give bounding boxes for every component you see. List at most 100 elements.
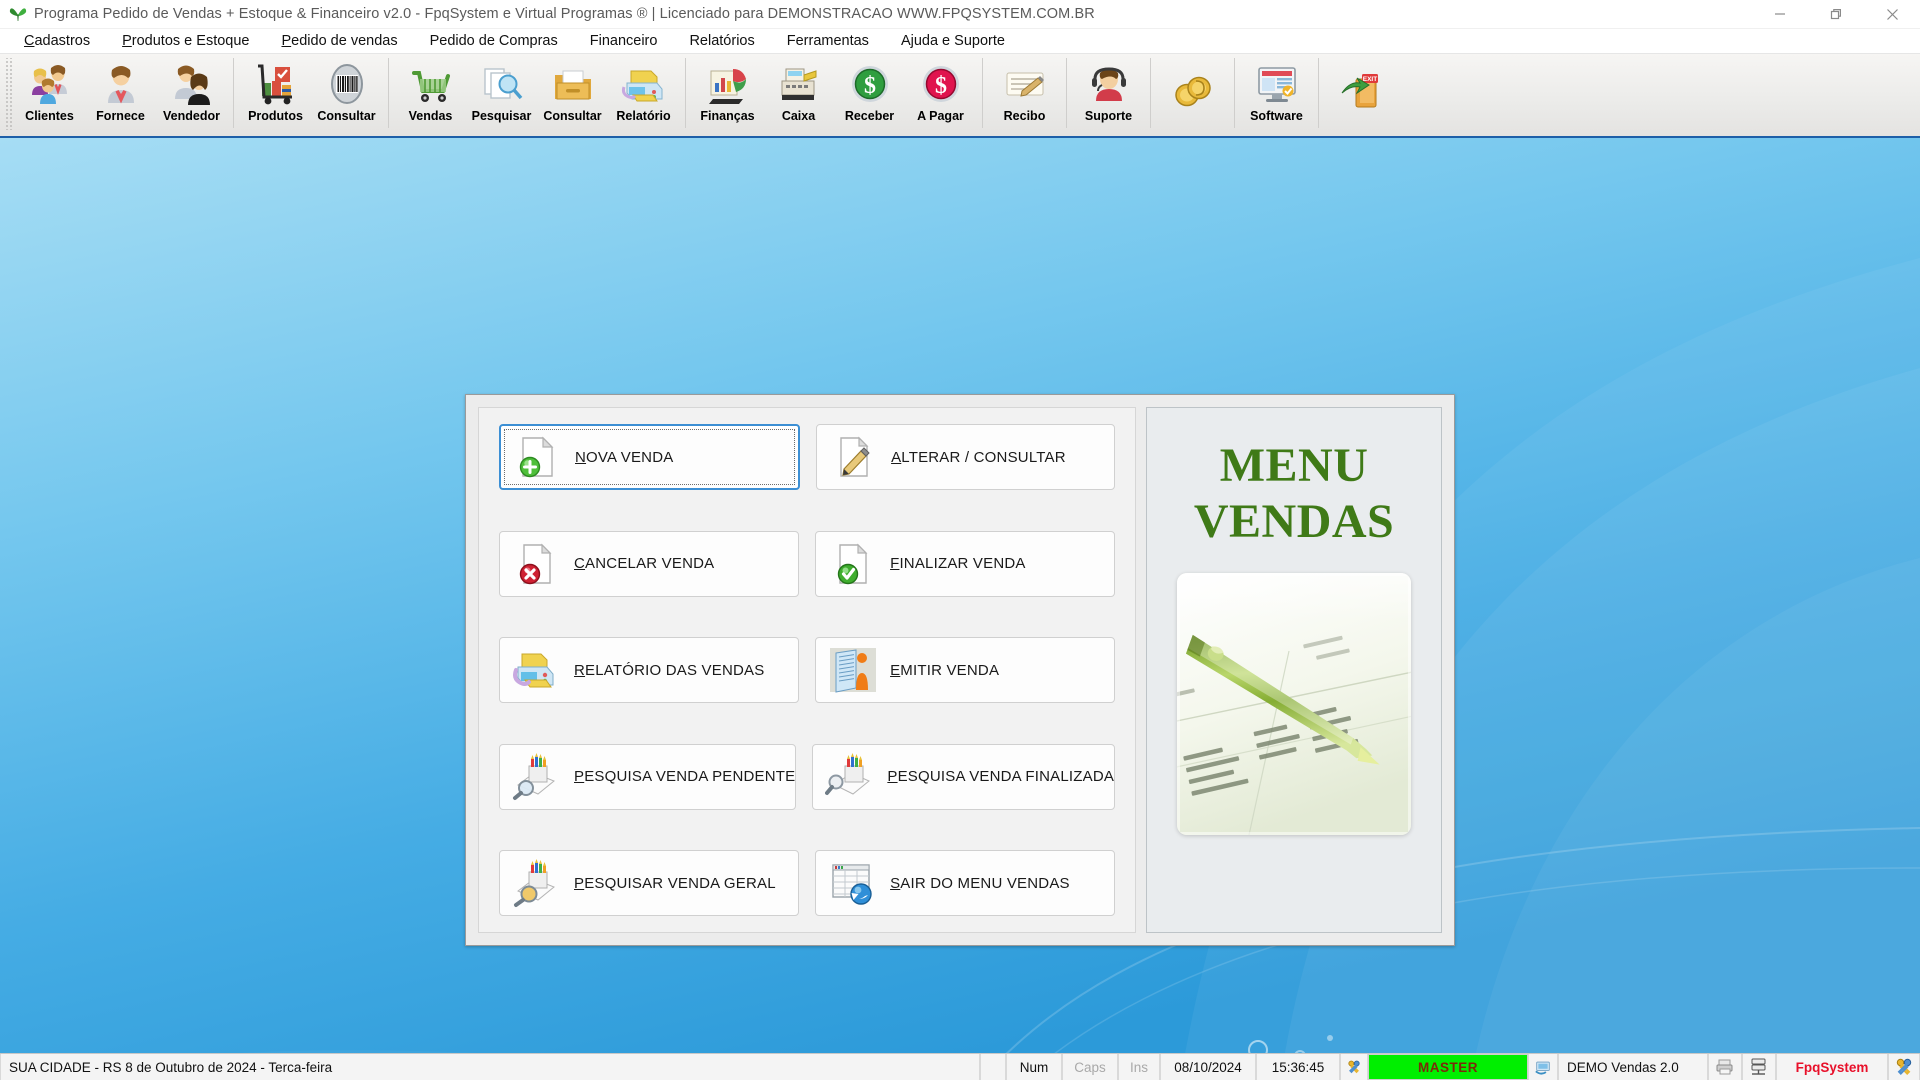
printer-icon[interactable]: [1708, 1054, 1742, 1080]
application-window: Programa Pedido de Vendas + Estoque & Fi…: [0, 0, 1920, 1080]
toolbar-button-produtos[interactable]: Produtos: [240, 57, 311, 131]
nova-venda-button[interactable]: NOVA VENDA: [499, 424, 800, 490]
status-spacer: [980, 1054, 1006, 1080]
menu-vendas-buttons-panel: NOVA VENDA ALTERAR / CONS: [478, 407, 1136, 933]
toolbar-button-clientes[interactable]: Clientes: [14, 57, 85, 131]
toolbar-separator: [233, 58, 234, 128]
status-time: 15:36:45: [1256, 1054, 1340, 1080]
menu-item-pedido-vendas[interactable]: Pedido de vendas: [265, 29, 413, 53]
module-icon: [1528, 1054, 1558, 1080]
finance-chart-icon: [705, 60, 751, 108]
search-notes-icon: [510, 750, 564, 804]
status-user-level: MASTER: [1368, 1054, 1528, 1080]
receipt-icon: [1002, 60, 1048, 108]
close-icon[interactable]: [1864, 0, 1920, 28]
search-notes-icon: [823, 750, 877, 804]
toolbar-label: Receber: [845, 109, 894, 123]
maximize-icon[interactable]: [1808, 0, 1864, 28]
toolbar-separator: [388, 58, 389, 128]
toolbar-label: Produtos: [248, 109, 303, 123]
emitir-venda-label: EMITIR VENDA: [890, 662, 999, 679]
menu-item-cadastros[interactable]: Cadastros: [8, 29, 106, 53]
toolbar-separator: [1066, 58, 1067, 128]
relatorio-das-vendas-label: RELATÓRIO DAS VENDAS: [574, 662, 764, 679]
printer-report-icon: [510, 643, 564, 697]
status-caps-indicator: Caps: [1062, 1054, 1118, 1080]
network-icon[interactable]: [1742, 1054, 1776, 1080]
toolbar-grip[interactable]: [4, 58, 14, 130]
toolbar-group-sair: EXIT: [1325, 54, 1396, 132]
toolbar-button-pesquisar[interactable]: Pesquisar: [466, 57, 537, 131]
menu-row-2: CANCELAR VENDA FINALIZAR: [499, 531, 1115, 597]
toolbar-label: Finanças: [700, 109, 754, 123]
menu-row-5: PESQUISAR VENDA GERAL: [499, 850, 1115, 916]
menu-item-ajuda-suporte[interactable]: Ajuda e Suporte: [885, 29, 1021, 53]
status-ins-indicator: Ins: [1118, 1054, 1160, 1080]
toolbar-separator: [1318, 58, 1319, 128]
menu-bar: Cadastros Produtos e Estoque Pedido de v…: [0, 29, 1920, 54]
cancelar-venda-button[interactable]: CANCELAR VENDA: [499, 531, 799, 597]
toolbar-label: Caixa: [782, 109, 815, 123]
menu-item-produtos-estoque[interactable]: Produtos e Estoque: [106, 29, 265, 53]
toolbar-separator: [1150, 58, 1151, 128]
menu-item-pedido-compras[interactable]: Pedido de Compras: [414, 29, 574, 53]
pesquisa-venda-finalizada-label: PESQUISA VENDA FINALIZADA: [887, 768, 1114, 785]
menu-vendas-banner-panel: MENU VENDAS: [1146, 407, 1442, 933]
toolbar-button-exit[interactable]: EXIT: [1325, 57, 1396, 131]
toolbar-button-financas[interactable]: Finanças: [692, 57, 763, 131]
svg-text:$: $: [864, 73, 876, 99]
pesquisa-venda-pendente-button[interactable]: PESQUISA VENDA PENDENTE: [499, 744, 796, 810]
toolbar-button-vendedor[interactable]: Vendedor: [156, 57, 227, 131]
menu-row-4: PESQUISA VENDA PENDENTE: [499, 744, 1115, 810]
pesquisa-venda-pendente-label: PESQUISA VENDA PENDENTE: [574, 768, 795, 785]
toolbar-button-a-pagar[interactable]: $ A Pagar: [905, 57, 976, 131]
minimize-icon[interactable]: [1752, 0, 1808, 28]
emitir-venda-button[interactable]: EMITIR VENDA: [815, 637, 1115, 703]
toolbar-button-consultar[interactable]: Consultar: [537, 57, 608, 131]
mdi-desktop: NOVA VENDA ALTERAR / CONS: [0, 138, 1920, 1053]
support-headset-icon: [1086, 60, 1132, 108]
status-num-indicator: Num: [1006, 1054, 1062, 1080]
finalizar-venda-label: FINALIZAR VENDA: [890, 555, 1026, 572]
document-pencil-icon: [827, 430, 881, 484]
toolbar-button-recibo[interactable]: Recibo: [989, 57, 1060, 131]
toolbar-label: Vendedor: [163, 109, 220, 123]
pesquisar-venda-geral-button[interactable]: PESQUISAR VENDA GERAL: [499, 850, 799, 916]
toolbar-button-relatorio[interactable]: Relatório: [608, 57, 679, 131]
menu-vendas-title: MENU VENDAS: [1194, 438, 1394, 549]
toolbar-group-suporte: Suporte: [1073, 54, 1144, 132]
finalizar-venda-button[interactable]: FINALIZAR VENDA: [815, 531, 1115, 597]
sair-do-menu-vendas-label: SAIR DO MENU VENDAS: [890, 875, 1070, 892]
salesperson-couple-icon: [169, 60, 215, 108]
alterar-consultar-label: ALTERAR / CONSULTAR: [891, 449, 1066, 466]
toolbar-button-caixa[interactable]: Caixa: [763, 57, 834, 131]
toolbar-button-vendas[interactable]: Vendas: [395, 57, 466, 131]
toolbar-button-suporte[interactable]: Suporte: [1073, 57, 1144, 131]
menu-row-3: RELATÓRIO DAS VENDAS EMIT: [499, 637, 1115, 703]
sair-do-menu-vendas-button[interactable]: SAIR DO MENU VENDAS: [815, 850, 1115, 916]
toolbar-button-consultar-barcode[interactable]: Consultar: [311, 57, 382, 131]
menu-vendas-title-line2: VENDAS: [1194, 494, 1394, 550]
menu-item-ferramentas[interactable]: Ferramentas: [771, 29, 885, 53]
toolbar-button-fornece[interactable]: Fornece: [85, 57, 156, 131]
butterfly-icon: [8, 4, 28, 24]
status-date: 08/10/2024: [1160, 1054, 1256, 1080]
pesquisa-venda-finalizada-button[interactable]: PESQUISA VENDA FINALIZADA: [812, 744, 1115, 810]
menu-item-relatorios[interactable]: Relatórios: [673, 29, 770, 53]
toolbar-button-coins[interactable]: [1157, 57, 1228, 131]
product-cart-icon: [253, 60, 299, 108]
supplier-man-icon: [98, 60, 144, 108]
menu-item-financeiro[interactable]: Financeiro: [574, 29, 674, 53]
relatorio-das-vendas-button[interactable]: RELATÓRIO DAS VENDAS: [499, 637, 799, 703]
toolbar-button-receber[interactable]: $ Receber: [834, 57, 905, 131]
alterar-consultar-button[interactable]: ALTERAR / CONSULTAR: [816, 424, 1115, 490]
toolbar-separator: [1234, 58, 1235, 128]
status-bar: SUA CIDADE - RS 8 de Outubro de 2024 - T…: [0, 1053, 1920, 1080]
printer-report-icon: [621, 60, 667, 108]
toolbar-label: Consultar: [317, 109, 375, 123]
document-cancel-icon: [510, 537, 564, 591]
cancelar-venda-label: CANCELAR VENDA: [574, 555, 714, 572]
search-notes-globe-icon: [510, 856, 564, 910]
document-check-icon: [826, 537, 880, 591]
toolbar-button-software[interactable]: Software: [1241, 57, 1312, 131]
